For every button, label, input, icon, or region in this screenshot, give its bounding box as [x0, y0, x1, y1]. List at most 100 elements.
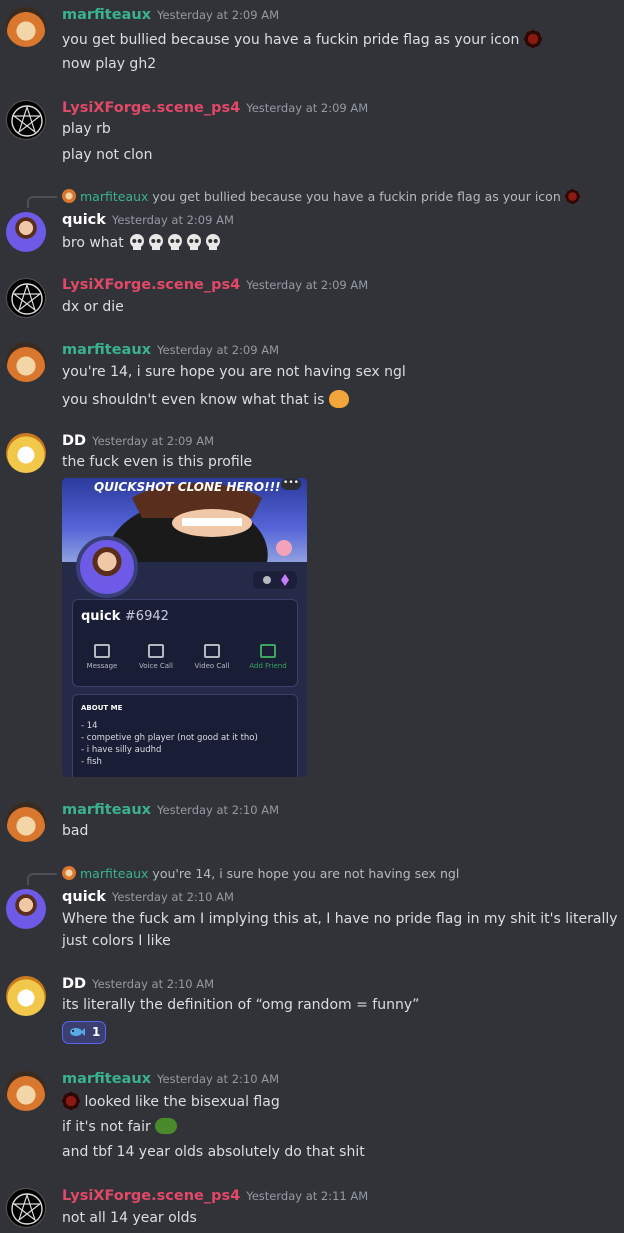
message-text: if it's not fair — [62, 1119, 151, 1135]
button-label: Message — [86, 662, 118, 670]
timestamp: Yesterday at 2:09 AM — [92, 434, 215, 448]
author-name[interactable]: DD — [62, 433, 86, 449]
message-text: looked like the bisexual flag — [84, 1094, 280, 1110]
about-heading: ABOUT ME — [81, 704, 123, 712]
about-line: - 14 — [81, 721, 98, 731]
reply-text: you're 14, i sure hope you are not havin… — [152, 866, 460, 881]
avatar[interactable] — [6, 1188, 46, 1228]
profile-avatar — [76, 536, 138, 598]
avatar[interactable] — [6, 802, 46, 842]
avatar[interactable] — [6, 342, 46, 382]
timestamp: Yesterday at 2:09 AM — [111, 213, 234, 227]
reply-avatar — [62, 189, 76, 203]
reply-author[interactable]: marfiteaux — [80, 189, 148, 204]
frog-emoji — [155, 1118, 178, 1134]
message-text: not all 14 year olds — [62, 1210, 197, 1226]
author-name[interactable]: marfiteaux — [62, 1071, 151, 1087]
profile-screenshot-image[interactable]: QUICKSHOT CLONE HERO!!! ••• quick #6942 … — [62, 478, 307, 777]
author-name[interactable]: LysiXForge.scene_ps4 — [62, 1188, 240, 1204]
red-orb-emoji — [62, 1092, 80, 1110]
pentagram-icon — [11, 283, 43, 315]
message-button[interactable]: Message — [77, 644, 127, 670]
banner-title: QUICKSHOT CLONE HERO!!! — [94, 480, 281, 494]
author-name[interactable]: quick — [62, 212, 106, 228]
reply-preview[interactable]: marfiteaux you're 14, i sure hope you are… — [62, 866, 459, 881]
phone-icon — [148, 644, 164, 658]
reply-connector — [27, 873, 57, 885]
button-label: Add Friend — [249, 662, 287, 670]
timestamp: Yesterday at 2:09 AM — [157, 8, 279, 22]
chat-icon — [94, 644, 110, 658]
reply-text: you get bullied because you have a fucki… — [152, 189, 561, 204]
message-text: and tbf 14 year olds absolutely do that … — [62, 1144, 365, 1160]
author-name[interactable]: marfiteaux — [62, 802, 151, 818]
timestamp: Yesterday at 2:09 AM — [246, 278, 369, 292]
author-name[interactable]: LysiXForge.scene_ps4 — [62, 277, 240, 293]
cat-emoji — [328, 390, 349, 408]
timestamp: Yesterday at 2:10 AM — [92, 977, 215, 991]
message-text: now play gh2 — [62, 56, 157, 72]
message-text: the fuck even is this profile — [62, 454, 253, 470]
message-text: you're 14, i sure hope you are not havin… — [62, 364, 406, 380]
skull-emoji — [187, 234, 202, 250]
pentagram-icon — [11, 105, 43, 137]
author-name[interactable]: marfiteaux — [62, 7, 151, 23]
avatar[interactable] — [6, 278, 46, 318]
profile-badges — [253, 571, 297, 589]
author-name[interactable]: marfiteaux — [62, 342, 151, 358]
avatar[interactable] — [6, 976, 46, 1016]
timestamp: Yesterday at 2:09 AM — [157, 343, 279, 357]
timestamp: Yesterday at 2:10 AM — [157, 1072, 279, 1086]
author-name[interactable]: LysiXForge.scene_ps4 — [62, 100, 240, 116]
red-orb-emoji — [523, 30, 542, 48]
avatar[interactable] — [6, 7, 46, 47]
timestamp: Yesterday at 2:10 AM — [157, 803, 279, 817]
about-me-section: ABOUT ME - 14 - competive gh player (not… — [72, 694, 298, 777]
timestamp: Yesterday at 2:09 AM — [246, 101, 369, 115]
add-user-icon — [260, 644, 276, 658]
message-text: you shouldn't even know what that is — [62, 392, 325, 408]
about-line: - fish — [81, 757, 102, 767]
reaction-button[interactable]: 1 — [62, 1021, 106, 1044]
message-text: play rb — [62, 121, 111, 137]
video-icon — [204, 644, 220, 658]
message-text: you get bullied because you have a fucki… — [62, 32, 520, 48]
avatar[interactable] — [6, 433, 46, 473]
reply-author[interactable]: marfiteaux — [80, 866, 148, 881]
reaction-count: 1 — [92, 1025, 101, 1039]
message-text: Where the fuck am I implying this at, I … — [62, 911, 618, 949]
about-line: - competive gh player (not good at it th… — [81, 733, 258, 743]
more-options-button[interactable]: ••• — [281, 478, 301, 490]
timestamp: Yesterday at 2:10 AM — [111, 890, 234, 904]
button-label: Voice Call — [139, 662, 173, 670]
author-name[interactable]: DD — [62, 976, 86, 992]
message-text: its literally the definition of “omg ran… — [62, 997, 420, 1013]
skull-emoji — [149, 234, 164, 250]
add-friend-button[interactable]: Add Friend — [243, 644, 293, 670]
message-text: bad — [62, 823, 89, 839]
pentagram-icon — [11, 1193, 43, 1225]
avatar[interactable] — [6, 1071, 46, 1111]
skull-emoji — [206, 234, 221, 250]
reply-preview[interactable]: marfiteaux you get bullied because you ha… — [62, 189, 580, 204]
about-line: - i have silly audhd — [81, 745, 162, 755]
skull-emoji — [130, 234, 145, 250]
timestamp: Yesterday at 2:11 AM — [246, 1189, 369, 1203]
avatar[interactable] — [6, 889, 46, 929]
avatar[interactable] — [6, 212, 46, 252]
reply-avatar — [62, 866, 76, 880]
video-call-button[interactable]: Video Call — [187, 644, 237, 670]
message-text: bro what — [62, 235, 124, 251]
profile-username: quick — [81, 609, 121, 624]
message-text: play not clon — [62, 147, 153, 163]
fish-icon — [70, 1028, 85, 1036]
author-name[interactable]: quick — [62, 889, 106, 905]
button-label: Video Call — [194, 662, 230, 670]
profile-card: quick #6942 Message Voice Call Video Cal… — [72, 599, 298, 687]
red-orb-emoji — [564, 189, 580, 204]
message-text: dx or die — [62, 299, 124, 315]
profile-tag: #6942 — [124, 609, 169, 624]
avatar[interactable] — [6, 100, 46, 140]
voice-call-button[interactable]: Voice Call — [131, 644, 181, 670]
skull-emoji — [168, 234, 183, 250]
